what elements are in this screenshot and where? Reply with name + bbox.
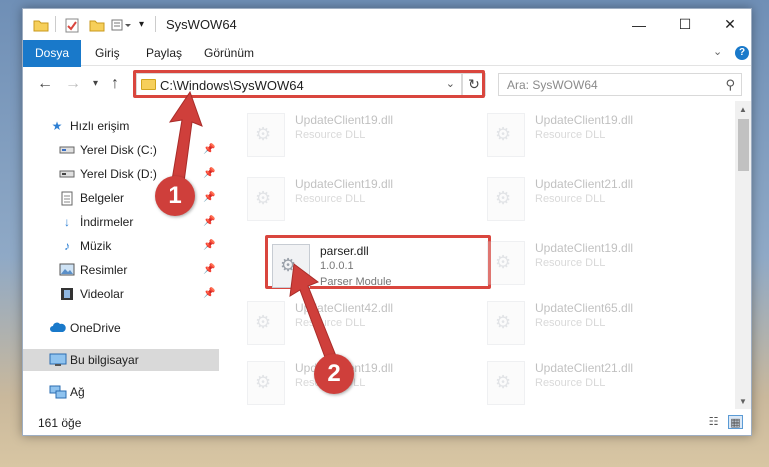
- step-badge-2: 2: [314, 354, 354, 394]
- arrow-2: [289, 263, 337, 361]
- arrow-1: [168, 90, 203, 183]
- annotation-arrows: [168, 90, 337, 361]
- step-badge-1: 1: [155, 176, 195, 216]
